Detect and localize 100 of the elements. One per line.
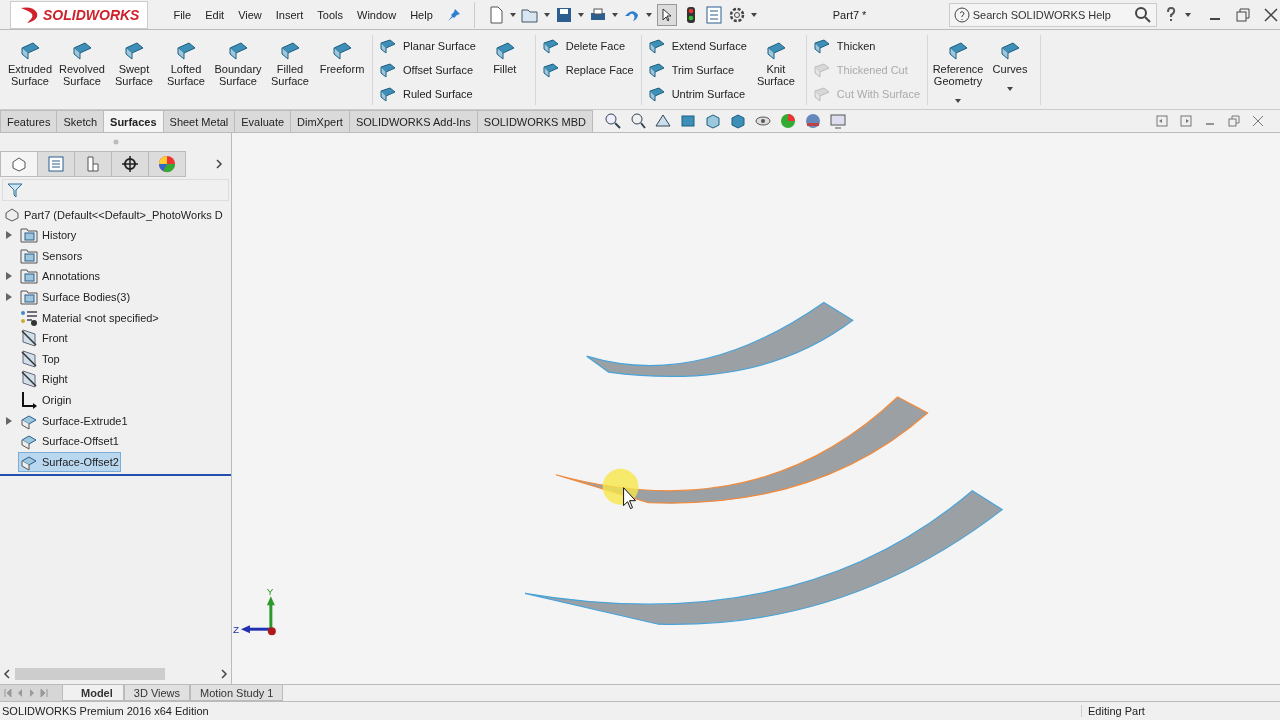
ribbon-command[interactable]: Extruded Surface [5, 35, 55, 91]
chevron-right-icon[interactable] [213, 158, 225, 170]
plane-icon [20, 349, 38, 368]
search-icon[interactable] [1133, 5, 1152, 24]
tree-item[interactable]: Origin [18, 390, 74, 411]
view-orientation-icon[interactable] [703, 112, 722, 130]
caret-icon[interactable] [645, 12, 652, 17]
ribbon-command[interactable]: Curves [985, 35, 1035, 95]
appearance-icon[interactable] [778, 112, 797, 130]
scroll-left-icon[interactable] [2, 669, 12, 679]
caret-icon[interactable] [509, 12, 516, 17]
ribbon-command[interactable]: Untrim Surface [646, 83, 749, 105]
ribbon-command[interactable]: Reference Geometry [933, 35, 983, 107]
ribbon-command[interactable]: Knit Surface [750, 35, 801, 91]
search-field[interactable]: Search SOLIDWORKS Help [948, 2, 1157, 27]
panel-tab[interactable] [111, 151, 149, 177]
tree-item[interactable]: Front [18, 328, 70, 349]
tree-item[interactable]: Right [18, 369, 70, 390]
pin-icon[interactable] [445, 6, 462, 23]
caret-icon[interactable] [1184, 12, 1191, 17]
restore-icon[interactable] [1234, 6, 1251, 23]
model-tab[interactable]: Motion Study 1 [190, 685, 284, 701]
ribbon-command[interactable]: Thicken [811, 35, 922, 57]
save-icon[interactable] [554, 5, 573, 24]
tree-item[interactable]: Sensors [18, 245, 85, 266]
tree-item[interactable]: Surface-Extrude1 [18, 410, 130, 431]
tree-item[interactable]: History [18, 225, 79, 246]
monitor-icon[interactable] [828, 112, 847, 130]
menu-item[interactable]: Window [350, 8, 404, 21]
zoom-area-icon[interactable] [628, 112, 647, 130]
display-style-icon[interactable] [728, 112, 747, 130]
expand-arrow-icon[interactable] [6, 416, 12, 425]
caret-icon[interactable] [543, 12, 550, 17]
select-button[interactable] [656, 3, 677, 26]
cursor-icon [623, 487, 637, 510]
filter-icon[interactable] [7, 182, 23, 198]
ribbon-tab[interactable]: SOLIDWORKS MBD [476, 110, 593, 132]
ribbon-command[interactable]: Offset Surface [378, 59, 478, 81]
caret-icon [1007, 87, 1013, 91]
ribbon-command[interactable]: Ruled Surface [378, 83, 478, 105]
restore-icon[interactable] [1228, 115, 1240, 127]
tree-item[interactable]: Surface-Offset1 [18, 431, 121, 452]
caret-icon[interactable] [611, 12, 618, 17]
ribbon-command[interactable]: Replace Face [540, 59, 636, 81]
ribbon-command[interactable]: Trim Surface [646, 59, 749, 81]
tree-item[interactable]: Material <not specified> [18, 307, 161, 328]
panel-left-icon[interactable] [1156, 115, 1168, 127]
tree-item[interactable]: Surface-Offset2 [18, 451, 121, 472]
ribbon-tab[interactable]: Surfaces [103, 110, 164, 132]
zoom-to-fit-icon[interactable] [603, 112, 622, 130]
panel-right-icon[interactable] [1180, 115, 1192, 127]
ribbon-command[interactable]: Extend Surface [646, 35, 749, 57]
caret-icon[interactable] [577, 12, 584, 17]
model-tab[interactable]: 3D Views [123, 685, 191, 701]
tree-item[interactable]: Annotations [18, 266, 103, 287]
tree-item[interactable]: Surface Bodies(3) [18, 287, 133, 308]
expand-arrow-icon[interactable] [6, 272, 12, 281]
settings-icon[interactable] [727, 5, 746, 24]
menu-item[interactable]: Insert [268, 8, 311, 21]
ribbon-tab[interactable]: Sheet Metal [162, 110, 236, 132]
tree-item[interactable]: Top [18, 348, 62, 369]
grip-icon[interactable] [112, 139, 119, 145]
help-icon[interactable] [953, 6, 970, 23]
close-icon[interactable] [1252, 115, 1264, 127]
ribbon-tab[interactable]: Features [0, 110, 58, 132]
ribbon-tab[interactable]: DimXpert [290, 110, 350, 132]
ribbon-command[interactable]: Delete Face [540, 35, 636, 57]
model-tab[interactable]: Model [62, 685, 124, 701]
color-wheel-icon [158, 155, 176, 173]
surface-body[interactable] [586, 301, 854, 377]
tree-item[interactable]: Part7 (Default<<Default>_PhotoWorks D [24, 209, 223, 221]
scroll-right-icon[interactable] [219, 669, 229, 679]
expand-arrow-icon[interactable] [6, 293, 12, 302]
app-logo[interactable]: SOLIDWORKS [10, 0, 149, 29]
ribbon-command[interactable]: Fillet [479, 35, 530, 79]
ribbon-tab[interactable]: SOLIDWORKS Add-Ins [348, 110, 478, 132]
menu-item[interactable]: Edit [198, 8, 232, 21]
scrollbar-thumb[interactable] [15, 668, 165, 680]
ribbon-tab[interactable]: Evaluate [234, 110, 292, 132]
scene-icon[interactable] [803, 112, 822, 130]
surface-icon [813, 62, 830, 78]
search-input[interactable]: Search SOLIDWORKS Help [972, 8, 1131, 21]
ribbon-command[interactable]: Lofted Surface [161, 35, 211, 91]
close-icon[interactable] [1262, 6, 1279, 23]
caret-icon[interactable] [750, 12, 757, 17]
section-view-icon[interactable] [678, 112, 697, 130]
menu-item[interactable]: File [166, 8, 199, 21]
ribbon-command[interactable]: Boundary Surface [213, 35, 263, 91]
plane-icon [20, 329, 38, 348]
ribbon-command[interactable]: Swept Surface [109, 35, 159, 91]
ribbon-command[interactable]: Revolved Surface [57, 35, 107, 91]
expand-arrow-icon[interactable] [6, 231, 12, 240]
ribbon-tab[interactable]: Sketch [56, 110, 105, 132]
ribbon-command[interactable]: Freeform [317, 35, 367, 79]
previous-view-icon[interactable] [653, 112, 672, 130]
ribbon-command[interactable]: Filled Surface [265, 35, 315, 91]
menu-item[interactable]: Help [403, 8, 440, 21]
ribbon-command[interactable]: Planar Surface [378, 35, 478, 57]
menu-item[interactable]: Tools [310, 8, 350, 21]
menu-item[interactable]: View [231, 8, 269, 21]
